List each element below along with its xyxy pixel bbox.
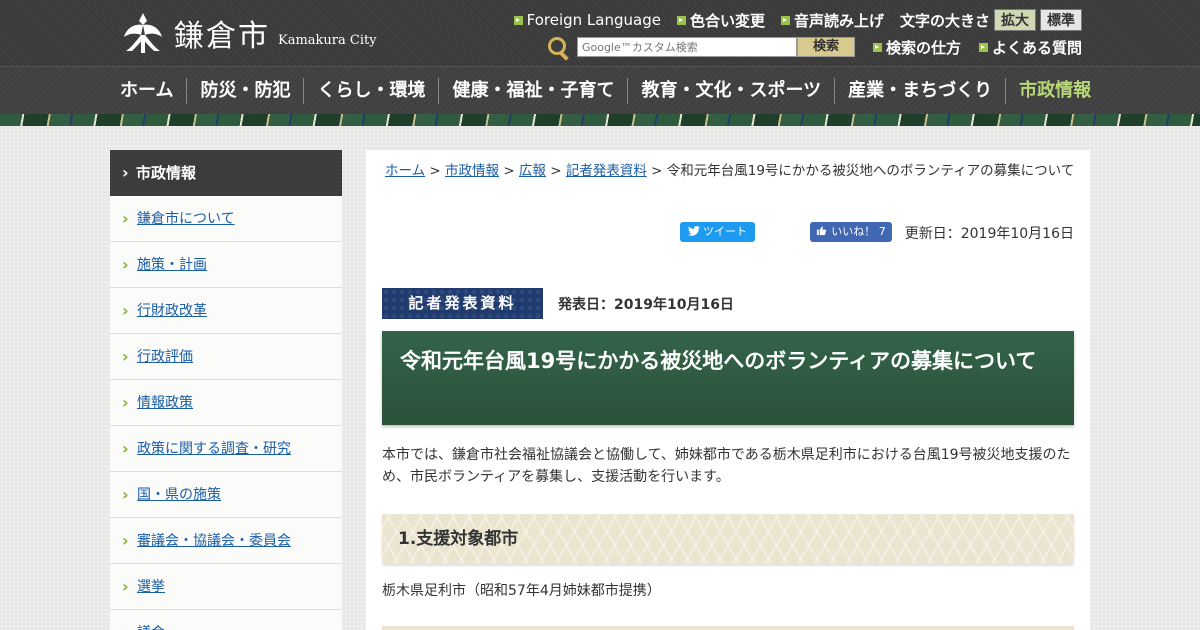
decorative-pattern-band xyxy=(0,114,1200,126)
foreign-language-label: Foreign Language xyxy=(526,11,661,29)
facebook-like-button[interactable]: いいね！ 7 xyxy=(810,222,892,242)
intro-paragraph: 本市では、鎌倉市社会福祉協議会と協働して、姉妹都市である栃木県足利市における台風… xyxy=(382,447,1071,485)
tweet-label: ツイート xyxy=(703,225,747,238)
press-release-badge: 記者発表資料 xyxy=(382,288,543,319)
bird-icon xyxy=(688,226,700,236)
breadcrumb-city-administration[interactable]: 市政情報 xyxy=(445,163,499,179)
breadcrumb-press-releases[interactable]: 記者発表資料 xyxy=(566,163,647,179)
sidebar-item-label: 行財政改革 xyxy=(137,303,207,319)
sidebar-item-about-city[interactable]: 鎌倉市について xyxy=(110,196,342,242)
site-logo-subtext: Kamakura City xyxy=(278,32,377,48)
search-input[interactable] xyxy=(576,37,797,57)
page-title: 令和元年台風19号にかかる被災地へのボランティアの募集について xyxy=(382,331,1074,425)
sidebar-item-label: 国・県の施策 xyxy=(137,487,221,503)
arrow-bullet-icon xyxy=(780,15,790,25)
sidebar-item-label: 鎌倉市について xyxy=(137,211,235,227)
arrow-bullet-icon xyxy=(872,42,882,52)
next-section-heading xyxy=(382,626,1074,630)
press-release-date: 発表日：2019年10月16日 xyxy=(558,297,734,313)
search-help-link[interactable]: 検索の仕方 xyxy=(872,37,961,58)
breadcrumb: ホーム > 市政情報 > 広報 > 記者発表資料 > 令和元年台風19号にかかる… xyxy=(385,160,1075,182)
color-change-label: 色合い変更 xyxy=(689,11,765,30)
sidebar-item-label: 議会 xyxy=(137,625,165,630)
breadcrumb-separator: > xyxy=(550,163,562,179)
text-to-speech-label: 音声読み上げ xyxy=(793,11,884,30)
site-logo[interactable]: 鎌倉市 Kamakura City xyxy=(120,10,377,56)
sidebar-item-elections[interactable]: 選挙 xyxy=(110,564,342,610)
sidebar-item-label: 選挙 xyxy=(137,579,165,595)
sidebar-item-label: 情報政策 xyxy=(137,395,193,411)
city-emblem-icon xyxy=(124,13,162,53)
like-label: いいね！ xyxy=(831,225,876,238)
foreign-language-link[interactable]: Foreign Language xyxy=(513,11,661,29)
thumbs-up-icon xyxy=(817,226,827,236)
nav-industry-town[interactable]: 産業・まちづくり xyxy=(834,78,1005,104)
arrow-bullet-icon xyxy=(978,42,988,52)
like-count: 7 xyxy=(878,225,886,238)
sidebar-item-info-policy[interactable]: 情報政策 xyxy=(110,380,342,426)
nav-education-culture[interactable]: 教育・文化・スポーツ xyxy=(627,78,834,104)
tweet-button[interactable]: ツイート xyxy=(680,222,755,242)
sidebar: 市政情報 鎌倉市について 施策・計画 行財政改革 行政評価 情報政策 政策に関す… xyxy=(110,150,342,630)
search-button[interactable]: 検索 xyxy=(796,37,855,57)
breadcrumb-separator: > xyxy=(651,163,663,179)
search-row: 検索 検索の仕方 よくある質問 xyxy=(547,36,1082,58)
sidebar-item-national-prefectural[interactable]: 国・県の施策 xyxy=(110,472,342,518)
site-search: 検索 xyxy=(547,36,855,58)
section-text: 栃木県足利市（昭和57年4月姉妹都市提携） xyxy=(382,583,661,599)
faq-label: よくある質問 xyxy=(991,38,1082,57)
updated-date: 更新日：2019年10月16日 xyxy=(904,226,1074,242)
sidebar-item-reform[interactable]: 行財政改革 xyxy=(110,288,342,334)
global-nav: ホーム 防災・防犯 くらし・環境 健康・福祉・子育て 教育・文化・スポーツ 産業… xyxy=(0,66,1200,114)
sidebar-item-councils[interactable]: 審議会・協議会・委員会 xyxy=(110,518,342,564)
section-heading: 1.支援対象都市 xyxy=(382,514,1074,564)
sidebar-item-label: 行政評価 xyxy=(137,349,193,365)
color-change-link[interactable]: 色合い変更 xyxy=(676,10,765,31)
breadcrumb-separator: > xyxy=(503,163,515,179)
sidebar-item-label: 政策に関する調査・研究 xyxy=(137,441,291,457)
font-size-label: 文字の大きさ xyxy=(899,11,990,30)
font-size-enlarge-button[interactable]: 拡大 xyxy=(994,9,1036,31)
font-size-standard-button[interactable]: 標準 xyxy=(1040,9,1082,31)
site-header: 鎌倉市 Kamakura City Foreign Language 色合い変更… xyxy=(0,0,1200,66)
sidebar-item-research[interactable]: 政策に関する調査・研究 xyxy=(110,426,342,472)
nav-living-environment[interactable]: くらし・環境 xyxy=(303,78,438,104)
breadcrumb-current: 令和元年台風19号にかかる被災地へのボランティアの募集について xyxy=(666,163,1075,179)
nav-city-administration[interactable]: 市政情報 xyxy=(1005,78,1104,104)
sidebar-item-assembly[interactable]: 議会 xyxy=(110,610,342,630)
faq-link[interactable]: よくある質問 xyxy=(978,37,1082,58)
search-help-label: 検索の仕方 xyxy=(885,38,961,57)
breadcrumb-separator: > xyxy=(429,163,441,179)
arrow-bullet-icon xyxy=(513,15,523,25)
sidebar-item-policies[interactable]: 施策・計画 xyxy=(110,242,342,288)
search-icon xyxy=(547,36,569,58)
nav-home[interactable]: ホーム xyxy=(120,78,186,104)
sidebar-item-label: 審議会・協議会・委員会 xyxy=(137,533,291,549)
site-logo-text: 鎌倉市 xyxy=(174,19,270,54)
sidebar-item-label: 施策・計画 xyxy=(137,257,207,273)
arrow-bullet-icon xyxy=(676,15,686,25)
text-to-speech-link[interactable]: 音声読み上げ xyxy=(780,10,884,31)
utility-links: Foreign Language 色合い変更 音声読み上げ 文字の大きさ 拡大 … xyxy=(513,9,1082,31)
sidebar-item-evaluation[interactable]: 行政評価 xyxy=(110,334,342,380)
breadcrumb-home[interactable]: ホーム xyxy=(385,163,425,179)
breadcrumb-public-relations[interactable]: 広報 xyxy=(519,163,546,179)
nav-disaster-prevention[interactable]: 防災・防犯 xyxy=(186,78,303,104)
nav-health-welfare[interactable]: 健康・福祉・子育て xyxy=(438,78,627,104)
sidebar-heading[interactable]: 市政情報 xyxy=(110,150,342,196)
font-size-controls: 文字の大きさ 拡大 標準 xyxy=(900,9,1082,31)
main-content: ホーム > 市政情報 > 広報 > 記者発表資料 > 令和元年台風19号にかかる… xyxy=(366,150,1090,630)
